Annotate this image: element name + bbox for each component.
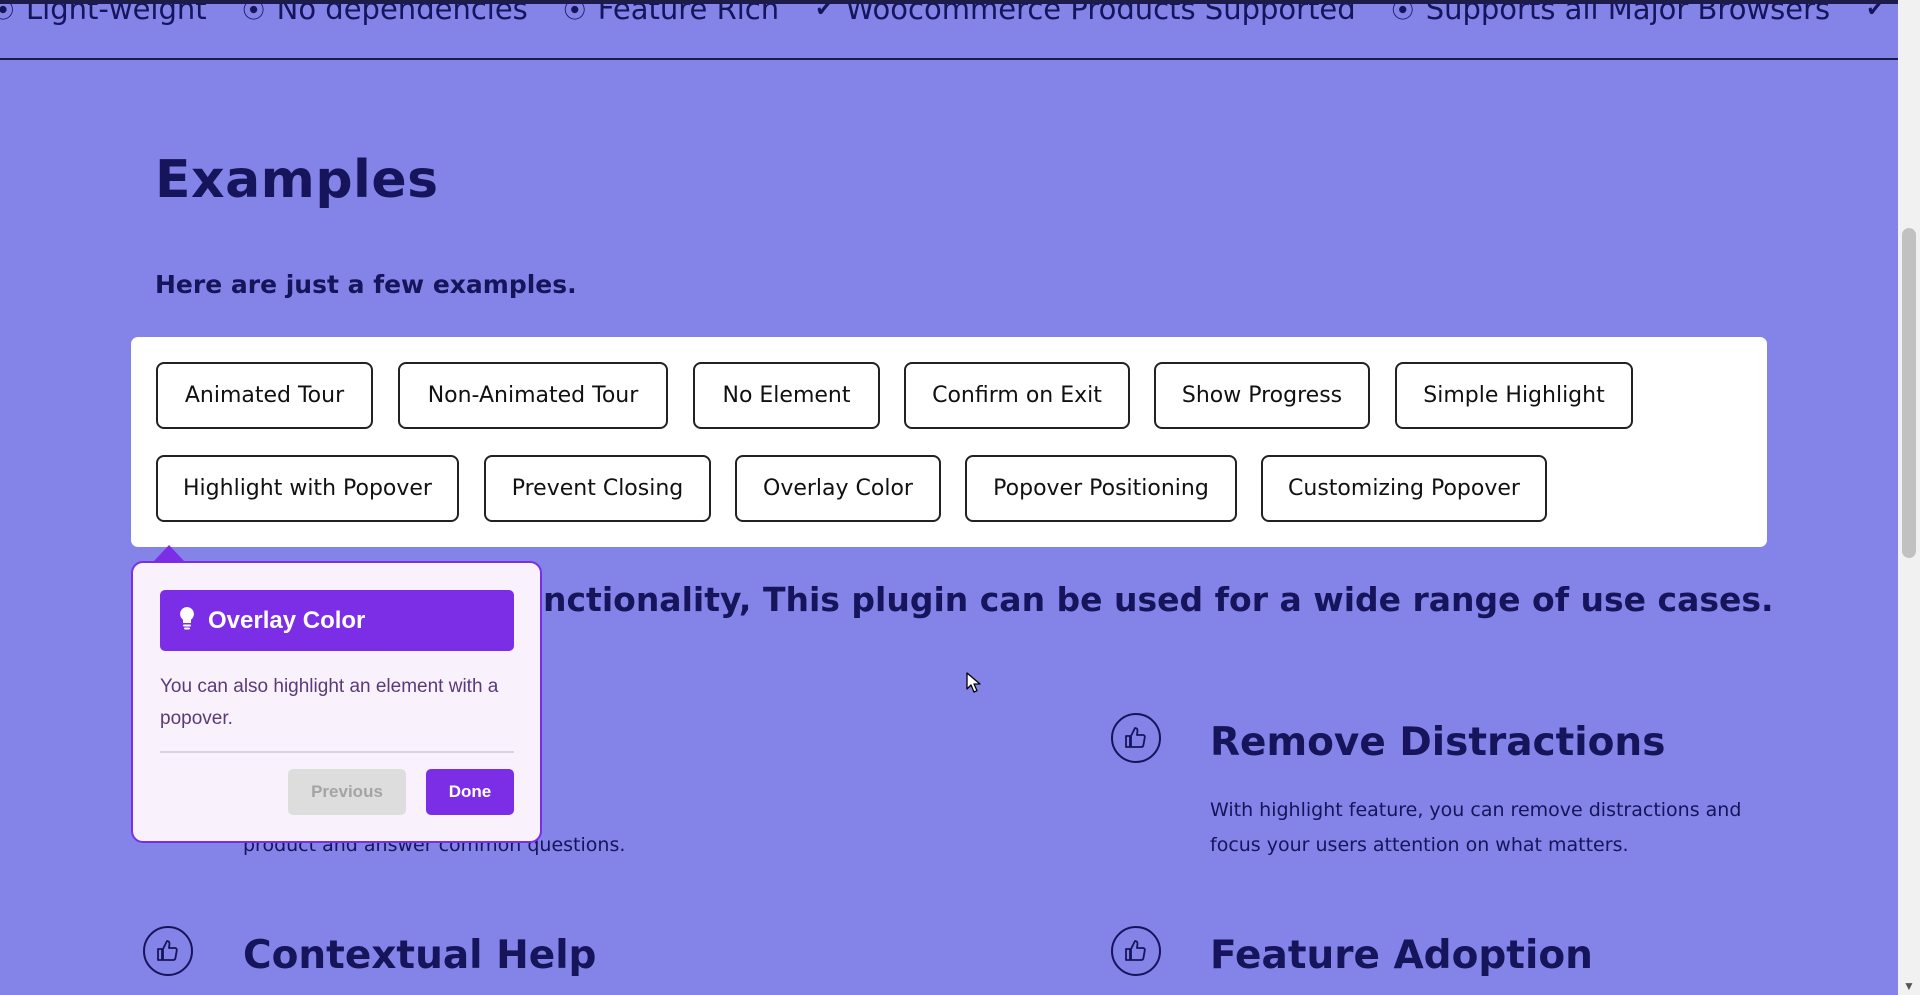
done-button[interactable]: Done	[426, 769, 514, 815]
no-element-button[interactable]: No Element	[693, 362, 880, 429]
popover-title: Overlay Color	[208, 606, 366, 634]
animated-tour-button[interactable]: Animated Tour	[156, 362, 373, 429]
ticker-item: ✔ Woocommerce Products Supported	[815, 0, 1356, 26]
popover-header: Overlay Color	[160, 590, 514, 651]
tour-popover: Overlay Color You can also highlight an …	[131, 561, 542, 843]
target-icon: ⦿	[0, 4, 14, 25]
ticker-item: ⦿ Feature Rich	[563, 0, 780, 26]
scroll-down-arrow-icon[interactable]: ▼	[1902, 979, 1916, 993]
ticker-label: Feature Rich	[597, 0, 780, 26]
confirm-on-exit-button[interactable]: Confirm on Exit	[904, 362, 1130, 429]
popover-arrow	[154, 545, 184, 561]
ticker-item: ⦿ Supports all Major Browsers	[1391, 0, 1831, 26]
previous-button[interactable]: Previous	[288, 769, 406, 815]
target-icon: ⦿	[242, 0, 265, 24]
popover-positioning-button[interactable]: Popover Positioning	[965, 455, 1237, 522]
customizing-popover-button[interactable]: Customizing Popover	[1261, 455, 1547, 522]
highlight-with-popover-button[interactable]: Highlight with Popover	[156, 455, 459, 522]
ticker-label: Light-weight	[26, 0, 207, 26]
feature-title-remove-distractions: Remove Distractions	[1210, 720, 1666, 765]
ticker-label: Woocommerce Products Supported	[845, 0, 1356, 26]
target-icon: ⦿	[563, 0, 586, 24]
simple-highlight-button[interactable]: Simple Highlight	[1395, 362, 1633, 429]
prevent-closing-button[interactable]: Prevent Closing	[484, 455, 711, 522]
non-animated-tour-button[interactable]: Non-Animated Tour	[398, 362, 668, 429]
page-scrollbar[interactable]: ▼	[1898, 0, 1920, 995]
use-cases-heading: nctionality, This plugin can be used for…	[543, 580, 1774, 619]
overlay-color-button[interactable]: Overlay Color	[735, 455, 941, 522]
ticker-label: Supports all Major Browsers	[1425, 0, 1831, 26]
ticker-label: No dependencies	[276, 0, 528, 26]
feature-description: With highlight feature, you can remove d…	[1210, 799, 1742, 856]
ticker-item: ⦿ Light-weight	[0, 0, 207, 26]
mouse-cursor-icon	[966, 672, 982, 699]
check-icon: ✔	[1866, 0, 1885, 22]
ticker-item: ⦿ No dependencies	[242, 0, 528, 26]
thumbs-up-icon	[1111, 926, 1161, 976]
feature-title-contextual-help: Contextual Help	[243, 933, 597, 978]
lightbulb-icon	[178, 606, 196, 635]
ticker-track: ⦿ Light-weight ⦿ No dependencies ⦿ Featu…	[0, 0, 1898, 26]
feature-ticker: ⦿ Light-weight ⦿ No dependencies ⦿ Featu…	[0, 0, 1898, 60]
popover-description: You can also highlight an element with a…	[160, 676, 499, 729]
popover-divider	[160, 751, 514, 753]
examples-panel: Animated Tour Non-Animated Tour No Eleme…	[131, 337, 1767, 547]
thumbs-up-icon	[143, 926, 193, 976]
ticker-item: ✔ Co	[1866, 0, 1898, 26]
show-progress-button[interactable]: Show Progress	[1154, 362, 1370, 429]
target-icon: ⦿	[1391, 0, 1414, 24]
examples-title: Examples	[155, 150, 439, 210]
check-icon: ✔	[815, 0, 834, 22]
scrollbar-thumb[interactable]	[1902, 228, 1916, 558]
feature-title-feature-adoption: Feature Adoption	[1210, 933, 1593, 978]
examples-subtitle: Here are just a few examples.	[155, 270, 577, 299]
thumbs-up-icon	[1111, 713, 1161, 763]
